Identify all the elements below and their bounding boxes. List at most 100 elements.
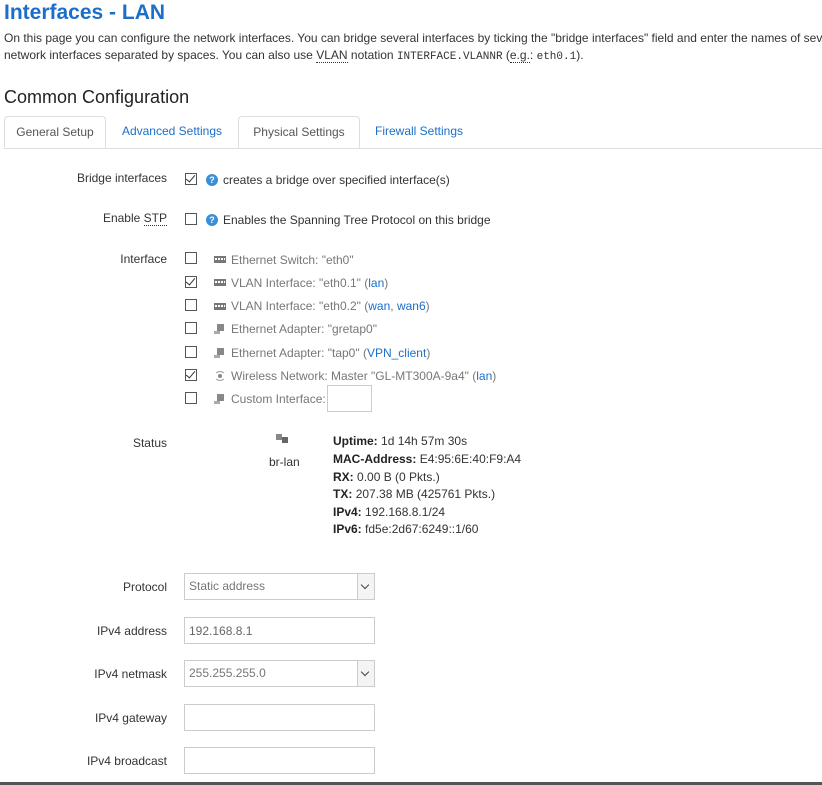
status-ipv4-label: IPv4: <box>333 505 362 519</box>
interface-item-suffix: ) <box>492 369 497 383</box>
ethernet-adapter-icon <box>214 348 224 358</box>
eg-abbr: e.g. <box>509 48 530 63</box>
status-rx: RX: 0.00 B (0 Pkts.) <box>333 470 440 484</box>
wireless-icon <box>215 371 225 381</box>
vlan-icon <box>214 279 226 286</box>
ipv4-gateway-label: IPv4 gateway <box>94 711 167 725</box>
bridge-interfaces-label: Bridge interfaces <box>76 171 167 185</box>
ipv4-netmask-select[interactable]: 255.255.255.0 <box>184 660 375 687</box>
ipv4-broadcast-input[interactable] <box>184 747 375 774</box>
interface-item-label: Custom Interface: <box>231 392 326 406</box>
network-link-lan[interactable]: lan <box>368 276 384 290</box>
intro-text: ). <box>576 48 584 62</box>
enable-stp-description: Enables the Spanning Tree Protocol on th… <box>223 213 491 227</box>
status-label: Status <box>132 436 167 450</box>
status-tx: TX: 207.38 MB (425761 Pkts.) <box>333 487 495 501</box>
interface-item-row: Wireless Network: Master "GL-MT300A-9a4"… <box>231 369 496 383</box>
status-uptime-value: 1d 14h 57m 30s <box>381 434 468 448</box>
interface-item-suffix: ) <box>426 346 431 360</box>
custom-interface-input[interactable] <box>327 385 372 412</box>
interface-item-label: Ethernet Adapter: "tap0" ( <box>231 346 367 360</box>
ethernet-adapter-icon <box>214 324 224 334</box>
chevron-down-icon <box>357 661 374 686</box>
ipv4-netmask-selected-value: 255.255.255.0 <box>189 666 266 680</box>
bridge-icon <box>276 434 288 443</box>
ethernet-switch-icon <box>214 256 226 263</box>
interface-item-label: Wireless Network: Master "GL-MT300A-9a4"… <box>231 369 477 383</box>
help-icon: ? <box>206 174 218 186</box>
intro-text: ( <box>502 48 510 62</box>
status-ipv6: IPv6: fd5e:2d67:6249::1/60 <box>333 522 478 536</box>
protocol-label: Protocol <box>122 580 167 594</box>
interface-checkbox-wireless[interactable] <box>185 369 197 381</box>
network-link-lan[interactable]: lan <box>476 369 492 383</box>
protocol-select[interactable]: Static address <box>184 573 375 600</box>
status-mac-value: E4:95:6E:40:F9:A4 <box>419 452 522 466</box>
tab-firewall-settings[interactable]: Firewall Settings <box>362 116 476 148</box>
section-title: Common Configuration <box>4 87 190 107</box>
status-ipv6-value: fd5e:2d67:6249::1/60 <box>365 522 479 536</box>
intro-text: notation <box>347 48 397 62</box>
vlan-icon <box>214 303 226 310</box>
status-uptime: Uptime: 1d 14h 57m 30s <box>333 434 467 448</box>
interface-item-separator: , <box>390 299 397 313</box>
tab-advanced-settings[interactable]: Advanced Settings <box>110 116 234 148</box>
ethernet-adapter-icon <box>214 394 224 404</box>
interface-checkbox-eth0[interactable] <box>185 252 197 264</box>
status-device-name: br-lan <box>269 455 300 469</box>
stp-abbr: STP <box>143 211 167 226</box>
enable-stp-checkbox[interactable] <box>185 213 197 225</box>
status-rx-label: RX: <box>333 470 354 484</box>
status-mac-label: MAC-Address: <box>333 452 417 466</box>
status-ipv4: IPv4: 192.168.8.1/24 <box>333 505 445 519</box>
enable-stp-label: Enable STP <box>102 211 167 226</box>
interface-item-row: VLAN Interface: "eth0.2" (wan, wan6) <box>231 299 430 313</box>
status-uptime-label: Uptime: <box>333 434 378 448</box>
intro-code: INTERFACE.VLANNR <box>396 51 503 63</box>
status-tx-value: 207.38 MB (425761 Pkts.) <box>355 487 496 501</box>
intro-text-line1: On this page you can configure the netwo… <box>4 31 822 45</box>
protocol-selected-value: Static address <box>189 579 266 593</box>
status-mac: MAC-Address: E4:95:6E:40:F9:A4 <box>333 452 521 466</box>
interface-checkbox-eth0-2[interactable] <box>185 299 197 311</box>
status-ipv6-label: IPv6: <box>333 522 362 536</box>
interface-item-label: Ethernet Adapter: "gretap0" <box>231 322 377 336</box>
network-link-vpn-client[interactable]: VPN_client <box>367 346 426 360</box>
interface-checkbox-tap0[interactable] <box>185 346 197 358</box>
intro-text: : <box>529 48 537 62</box>
interface-checkbox-custom[interactable] <box>185 392 197 404</box>
ipv4-broadcast-label: IPv4 broadcast <box>86 754 167 768</box>
interface-item-label: VLAN Interface: "eth0.2" ( <box>231 299 369 313</box>
interface-item-label: VLAN Interface: "eth0.1" ( <box>231 276 369 290</box>
ipv4-address-label: IPv4 address <box>96 624 167 638</box>
status-tx-label: TX: <box>333 487 353 501</box>
vlan-abbr: VLAN <box>316 48 348 63</box>
interface-checkbox-eth0-1[interactable] <box>185 276 197 288</box>
interface-label: Interface <box>120 252 167 266</box>
chevron-down-icon <box>357 574 374 599</box>
interface-item-row: VLAN Interface: "eth0.1" (lan) <box>231 276 388 290</box>
tab-general-setup[interactable]: General Setup <box>4 116 106 148</box>
ipv4-address-input[interactable] <box>184 617 375 644</box>
interface-item-suffix: ) <box>384 276 389 290</box>
intro-text: network interfaces separated by spaces. … <box>4 48 317 62</box>
page-title: Interfaces - LAN <box>4 1 166 24</box>
intro-text-line2: network interfaces separated by spaces. … <box>4 48 584 63</box>
status-ipv4-value: 192.168.8.1/24 <box>365 505 446 519</box>
bridge-interfaces-checkbox[interactable] <box>185 173 197 185</box>
interface-item-row: Ethernet Adapter: "tap0" (VPN_client) <box>231 346 430 360</box>
tab-physical-settings[interactable]: Physical Settings <box>238 116 360 148</box>
network-link-wan[interactable]: wan <box>368 299 390 313</box>
tab-bar: General Setup Advanced Settings Physical… <box>4 116 822 149</box>
ipv4-gateway-input[interactable] <box>184 704 375 731</box>
status-rx-value: 0.00 B (0 Pkts.) <box>357 470 440 484</box>
ipv4-netmask-label: IPv4 netmask <box>94 667 167 681</box>
intro-code: eth0.1 <box>536 51 577 63</box>
enable-stp-label-text: Enable <box>102 211 144 225</box>
interface-checkbox-gretap0[interactable] <box>185 322 197 334</box>
interface-item-label: Ethernet Switch: "eth0" <box>231 253 354 267</box>
network-link-wan6[interactable]: wan6 <box>397 299 426 313</box>
bridge-interfaces-description: creates a bridge over specified interfac… <box>223 173 450 187</box>
interface-item-suffix: ) <box>425 299 430 313</box>
help-icon: ? <box>206 214 218 226</box>
